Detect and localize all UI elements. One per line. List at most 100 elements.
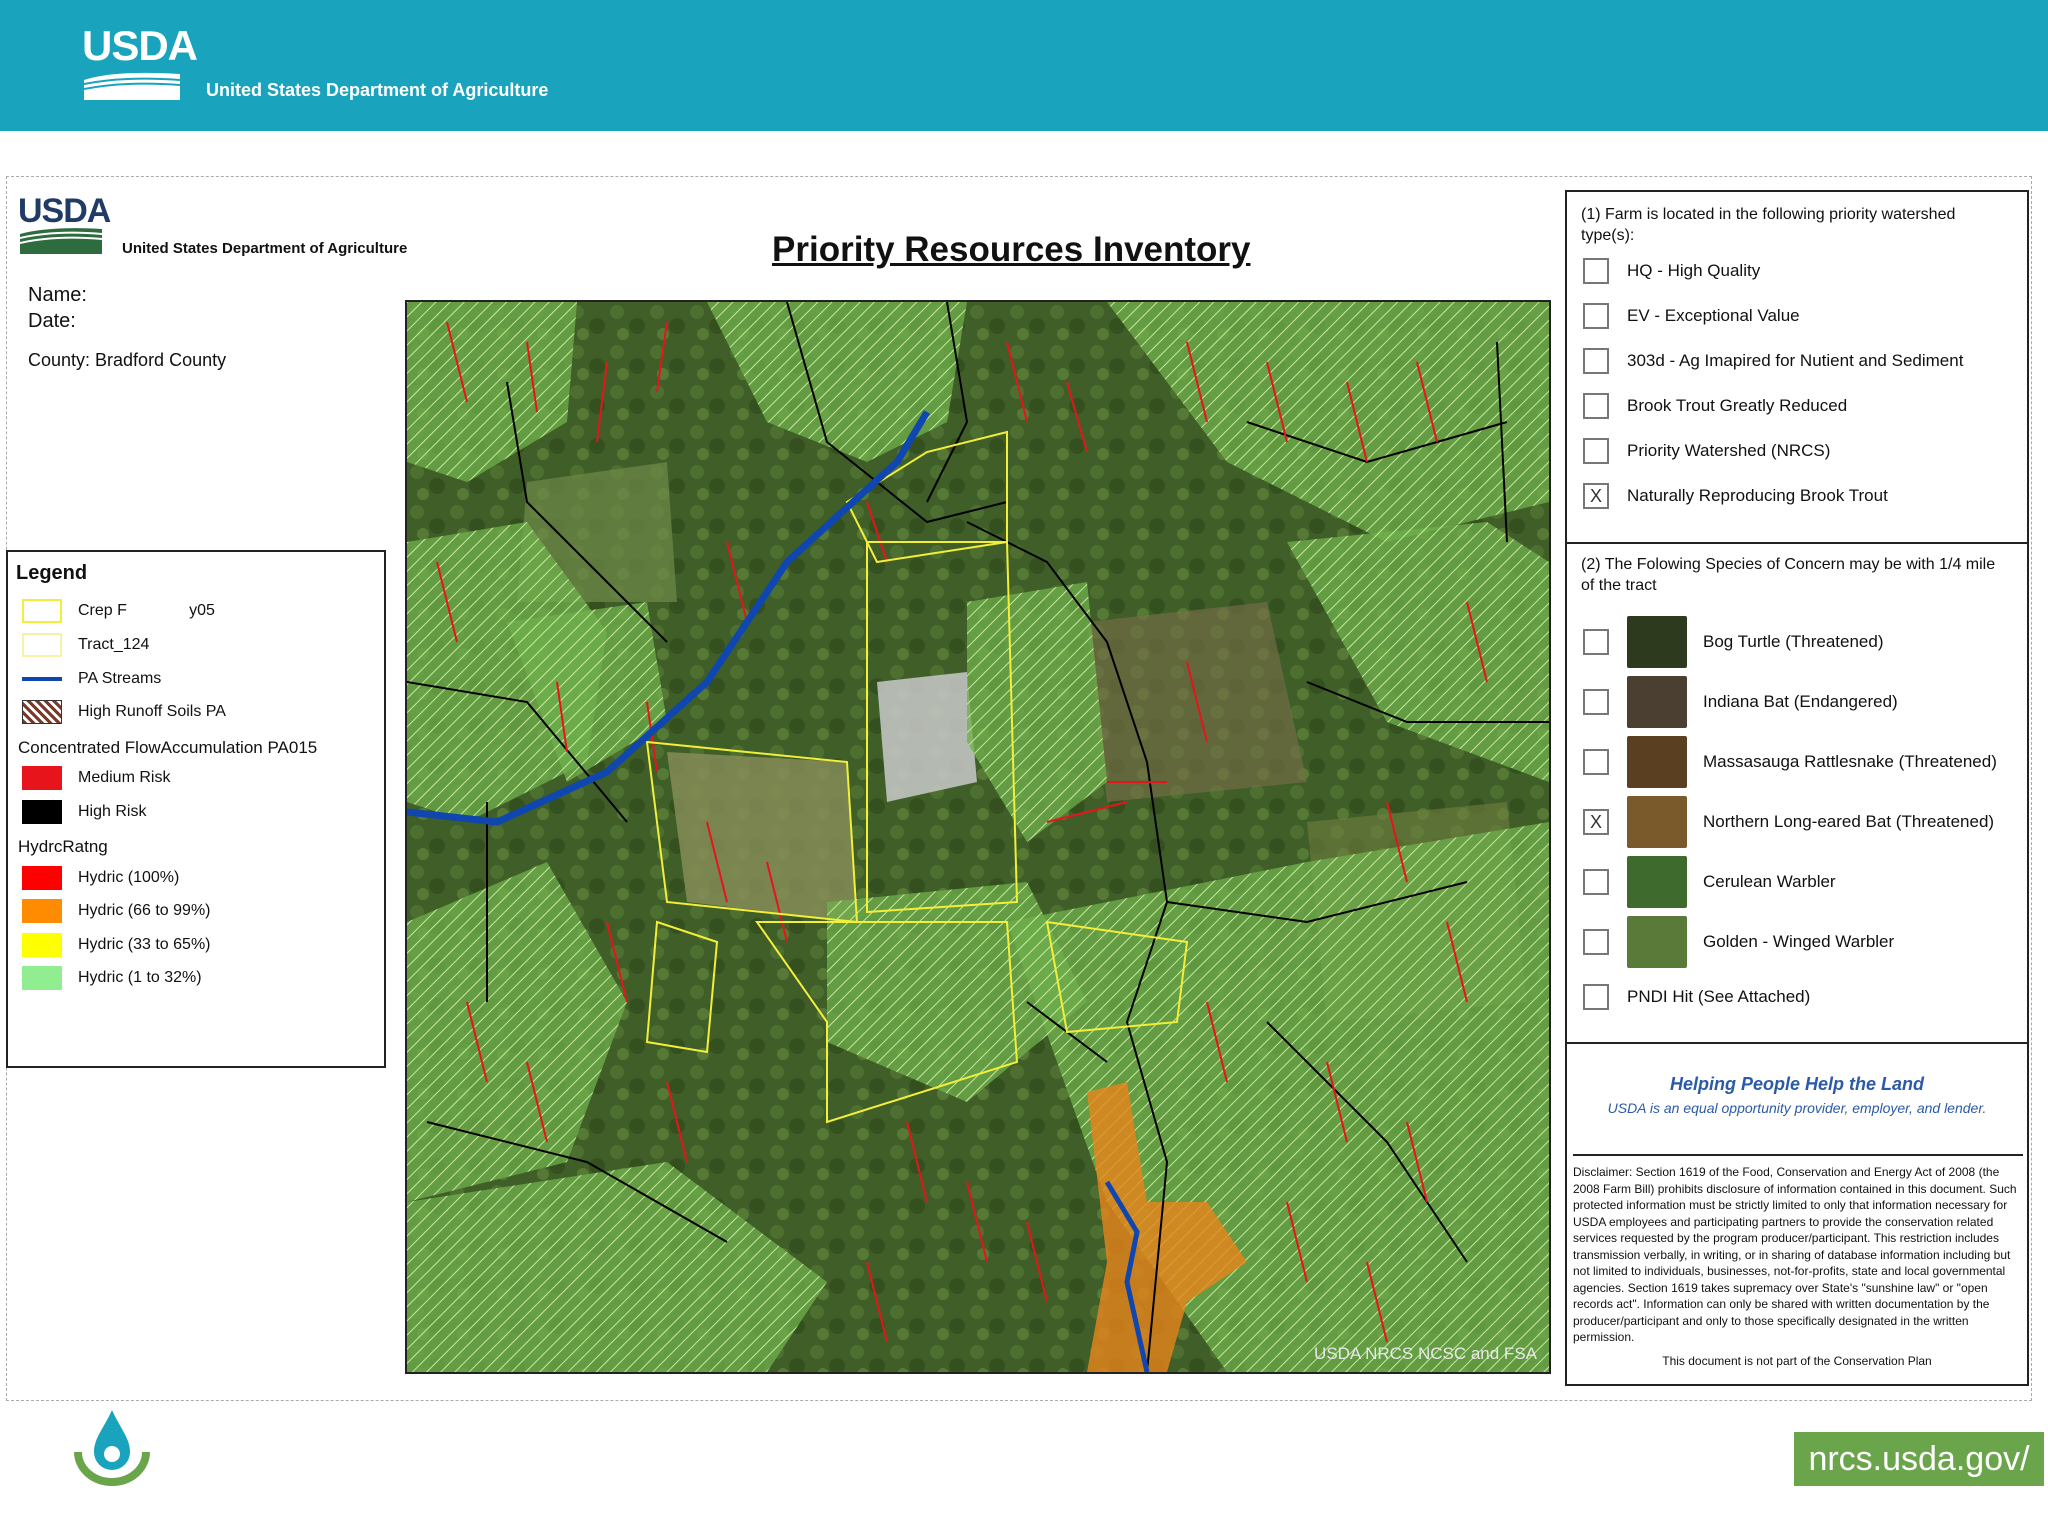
species-heading: (2) The Folowing Species of Concern may … — [1581, 556, 1996, 594]
watershed-option-303d[interactable]: 303d - Ag Imapired for Nutient and Sedim… — [1583, 348, 1963, 374]
outline-swatch-icon — [22, 599, 62, 623]
checkbox[interactable] — [1583, 303, 1609, 329]
option-label: Golden - Winged Warbler — [1703, 932, 1895, 951]
color-swatch-icon — [22, 933, 62, 957]
checkbox[interactable] — [1583, 869, 1609, 895]
checkbox[interactable] — [1583, 929, 1609, 955]
bat-photo-icon — [1627, 796, 1687, 848]
usda-logo[interactable]: USDA — [82, 22, 198, 70]
checkbox[interactable] — [1583, 984, 1609, 1010]
legend-panel: Legend Crep F y05 Tract_124 PA Streams H… — [6, 550, 386, 1068]
map-view[interactable]: USDA NRCS NCSC and FSA — [405, 300, 1551, 1374]
checkbox[interactable] — [1583, 438, 1609, 464]
watershed-option-priority[interactable]: Priority Watershed (NRCS) — [1583, 438, 1830, 464]
watershed-option-brook-reduced[interactable]: Brook Trout Greatly Reduced — [1583, 393, 1847, 419]
checkbox[interactable]: X — [1583, 483, 1609, 509]
checkbox[interactable] — [1583, 393, 1609, 419]
legend-item-label: Crep F y05 — [78, 602, 215, 619]
turtle-photo-icon — [1627, 616, 1687, 668]
document-logo-wave-icon — [20, 228, 102, 254]
legend-item-medium-risk: Medium Risk — [8, 763, 170, 793]
priority-panel: (1) Farm is located in the following pri… — [1565, 190, 2029, 1386]
checkbox[interactable] — [1583, 629, 1609, 655]
species-option-massasauga[interactable]: Massasauga Rattlesnake (Threatened) — [1583, 736, 1997, 788]
option-label: Bog Turtle (Threatened) — [1703, 632, 1884, 651]
option-label: PNDI Hit (See Attached) — [1627, 987, 1811, 1006]
legend-item-label: Hydric (66 to 99%) — [78, 902, 211, 919]
option-label: Indiana Bat (Endangered) — [1703, 692, 1898, 711]
hatch-swatch-icon — [22, 700, 62, 724]
checkbox[interactable]: X — [1583, 809, 1609, 835]
option-label: Naturally Reproducing Brook Trout — [1627, 486, 1888, 505]
option-label: Northern Long-eared Bat (Threatened) — [1703, 812, 1995, 831]
species-option-golden-winged-warbler[interactable]: Golden - Winged Warbler — [1583, 916, 1894, 968]
species-option-long-eared-bat[interactable]: X Northern Long-eared Bat (Threatened) — [1583, 796, 1994, 848]
color-swatch-icon — [22, 766, 62, 790]
species-option-indiana-bat[interactable]: Indiana Bat (Endangered) — [1583, 676, 1898, 728]
bat-photo-icon — [1627, 676, 1687, 728]
bird-photo-icon — [1627, 856, 1687, 908]
checkbox[interactable] — [1583, 258, 1609, 284]
watershed-heading: (1) Farm is located in the following pri… — [1581, 206, 1956, 244]
option-label: 303d - Ag Imapired for Nutient and Sedim… — [1627, 351, 1964, 370]
legend-item-hydric-66: Hydric (66 to 99%) — [8, 896, 211, 926]
legend-item-label: Hydric (1 to 32%) — [78, 969, 202, 986]
watershed-option-ev[interactable]: EV - Exceptional Value — [1583, 303, 1800, 329]
watershed-option-brook-reproducing[interactable]: X Naturally Reproducing Brook Trout — [1583, 483, 1888, 509]
option-label: Priority Watershed (NRCS) — [1627, 441, 1831, 460]
document-department: United States Department of Agriculture — [122, 240, 408, 257]
species-section: (2) The Folowing Species of Concern may … — [1567, 542, 2027, 1044]
water-drop-logo-icon — [74, 1410, 150, 1486]
usda-logo-wave-icon — [84, 72, 180, 100]
checkbox[interactable] — [1583, 348, 1609, 374]
nrcs-website-link[interactable]: nrcs.usda.gov/ — [1794, 1432, 2044, 1486]
legend-item-label: Hydric (100%) — [78, 869, 180, 886]
tagline-section: Helping People Help the Land USDA is an … — [1567, 1042, 2027, 1152]
legend-title: Legend — [16, 562, 88, 584]
species-option-bog-turtle[interactable]: Bog Turtle (Threatened) — [1583, 616, 1883, 668]
option-label: EV - Exceptional Value — [1627, 306, 1800, 325]
watershed-option-hq[interactable]: HQ - High Quality — [1583, 258, 1760, 284]
disclaimer-text: Disclaimer: Section 1619 of the Food, Co… — [1573, 1154, 2023, 1346]
legend-item-label: High Runoff Soils PA — [78, 703, 226, 720]
color-swatch-icon — [22, 800, 62, 824]
checkbox[interactable] — [1583, 749, 1609, 775]
legend-group-flow: Concentrated FlowAccumulation PA015 — [18, 738, 318, 757]
map-credit: USDA NRCS NCSC and FSA — [1314, 1344, 1537, 1363]
legend-item-streams: PA Streams — [8, 664, 161, 694]
page-title: Priority Resources Inventory — [772, 230, 1251, 269]
legend-item-runoff: High Runoff Soils PA — [8, 697, 226, 727]
name-label: Name: — [28, 284, 87, 306]
bird-photo-icon — [1627, 916, 1687, 968]
color-swatch-icon — [22, 899, 62, 923]
watershed-section: (1) Farm is located in the following pri… — [1567, 192, 2027, 544]
map-canvas[interactable] — [407, 302, 1549, 1372]
legend-item-hydric-33: Hydric (33 to 65%) — [8, 930, 211, 960]
legend-item-label: PA Streams — [78, 670, 162, 687]
header-banner: USDA United States Department of Agricul… — [0, 0, 2048, 131]
tagline: Helping People Help the Land — [1669, 1074, 1925, 1094]
legend-item-label: Medium Risk — [78, 769, 171, 786]
legend-item-label: Hydric (33 to 65%) — [78, 936, 211, 953]
color-swatch-icon — [22, 866, 62, 890]
legend-item-tract: Tract_124 — [8, 630, 149, 660]
option-label: HQ - High Quality — [1627, 261, 1761, 280]
legend-item-label: Tract_124 — [78, 636, 150, 653]
outline-swatch-icon — [22, 633, 62, 657]
species-option-cerulean-warbler[interactable]: Cerulean Warbler — [1583, 856, 1836, 908]
legend-group-hydric: HydrcRatng — [18, 837, 108, 856]
checkbox[interactable] — [1583, 689, 1609, 715]
option-label: Cerulean Warbler — [1703, 872, 1836, 891]
line-swatch-icon — [22, 677, 62, 681]
color-swatch-icon — [22, 966, 62, 990]
pndi-option[interactable]: PNDI Hit (See Attached) — [1583, 984, 1810, 1010]
county-label: County: Bradford County — [28, 350, 227, 370]
legend-item-high-risk: High Risk — [8, 797, 146, 827]
legend-item-hydric-100: Hydric (100%) — [8, 863, 179, 893]
equal-opportunity-note: USDA is an equal opportunity provider, e… — [1607, 1100, 1987, 1116]
not-part-note: This document is not part of the Conserv… — [1662, 1354, 1932, 1368]
legend-item-hydric-1: Hydric (1 to 32%) — [8, 963, 202, 993]
option-label: Massasauga Rattlesnake (Threatened) — [1703, 752, 1997, 771]
legend-item-label: High Risk — [78, 803, 147, 820]
snake-photo-icon — [1627, 736, 1687, 788]
